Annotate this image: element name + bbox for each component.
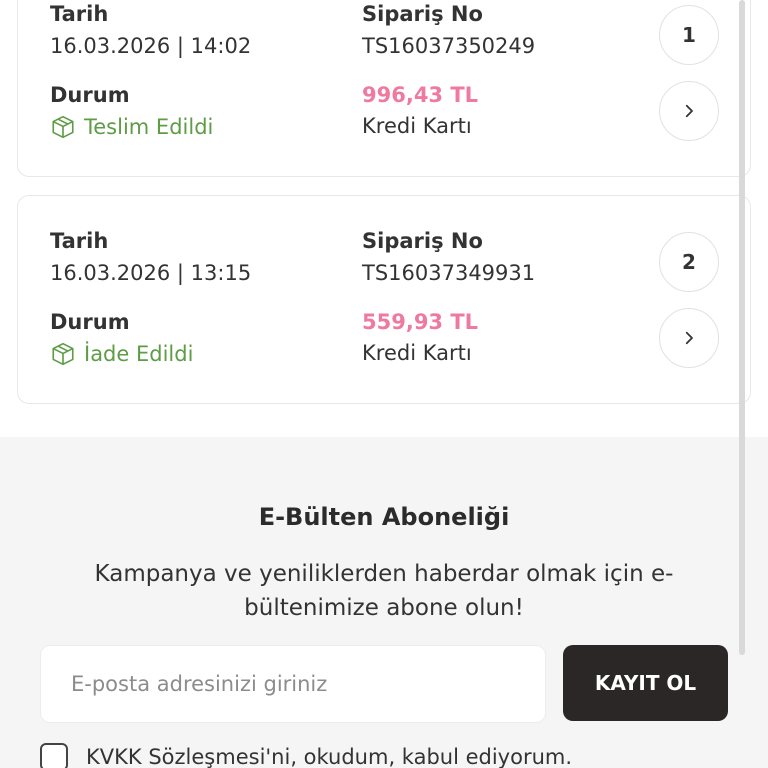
subscribe-button[interactable]: KAYIT OL	[563, 645, 728, 721]
payment-method: Kredi Kartı	[362, 341, 472, 365]
status-text: Teslim Edildi	[84, 115, 214, 139]
kvkk-checkbox[interactable]	[40, 743, 68, 768]
order-no-label: Sipariş No	[362, 229, 483, 253]
chevron-right-icon	[685, 331, 693, 345]
status-label: Durum	[50, 83, 130, 107]
order-details-button[interactable]	[659, 81, 719, 141]
status-value: Teslim Edildi	[50, 114, 213, 140]
order-no-label: Sipariş No	[362, 2, 483, 26]
newsletter-description: Kampanya ve yeniliklerden haberdar olmak…	[94, 561, 674, 621]
order-amount: 996,43 TL	[362, 83, 479, 107]
order-details-button[interactable]	[659, 308, 719, 368]
kvkk-label: KVKK Sözleşmesi'ni, okudum, kabul ediyor…	[86, 745, 573, 768]
date-value: 16.03.2026 | 14:02	[50, 34, 252, 58]
newsletter-section: E-Bülten Aboneliği Kampanya ve yenilikle…	[0, 437, 768, 768]
order-no-value: TS16037349931	[362, 261, 536, 285]
order-index-badge: 2	[659, 232, 719, 292]
box-icon	[52, 115, 74, 139]
order-index-badge: 1	[659, 5, 719, 65]
date-label: Tarih	[50, 2, 109, 26]
status-text: İade Edildi	[84, 342, 194, 366]
order-no-value: TS16037350249	[362, 34, 536, 58]
scrollbar[interactable]	[739, 0, 745, 655]
order-card: Tarih 16.03.2026 | 13:15 Sipariş No TS16…	[17, 195, 751, 404]
chevron-right-icon	[685, 104, 693, 118]
date-value: 16.03.2026 | 13:15	[50, 261, 252, 285]
status-label: Durum	[50, 310, 130, 334]
email-input[interactable]	[40, 645, 546, 723]
order-amount: 559,93 TL	[362, 310, 479, 334]
payment-method: Kredi Kartı	[362, 114, 472, 138]
box-icon	[52, 342, 74, 366]
page: Tarih 16.03.2026 | 14:02 Sipariş No TS16…	[0, 0, 768, 768]
order-card: Tarih 16.03.2026 | 14:02 Sipariş No TS16…	[17, 0, 751, 177]
status-value: İade Edildi	[50, 341, 193, 367]
newsletter-title: E-Bülten Aboneliği	[258, 503, 510, 531]
kvkk-consent: KVKK Sözleşmesi'ni, okudum, kabul ediyor…	[40, 743, 572, 768]
date-label: Tarih	[50, 229, 109, 253]
